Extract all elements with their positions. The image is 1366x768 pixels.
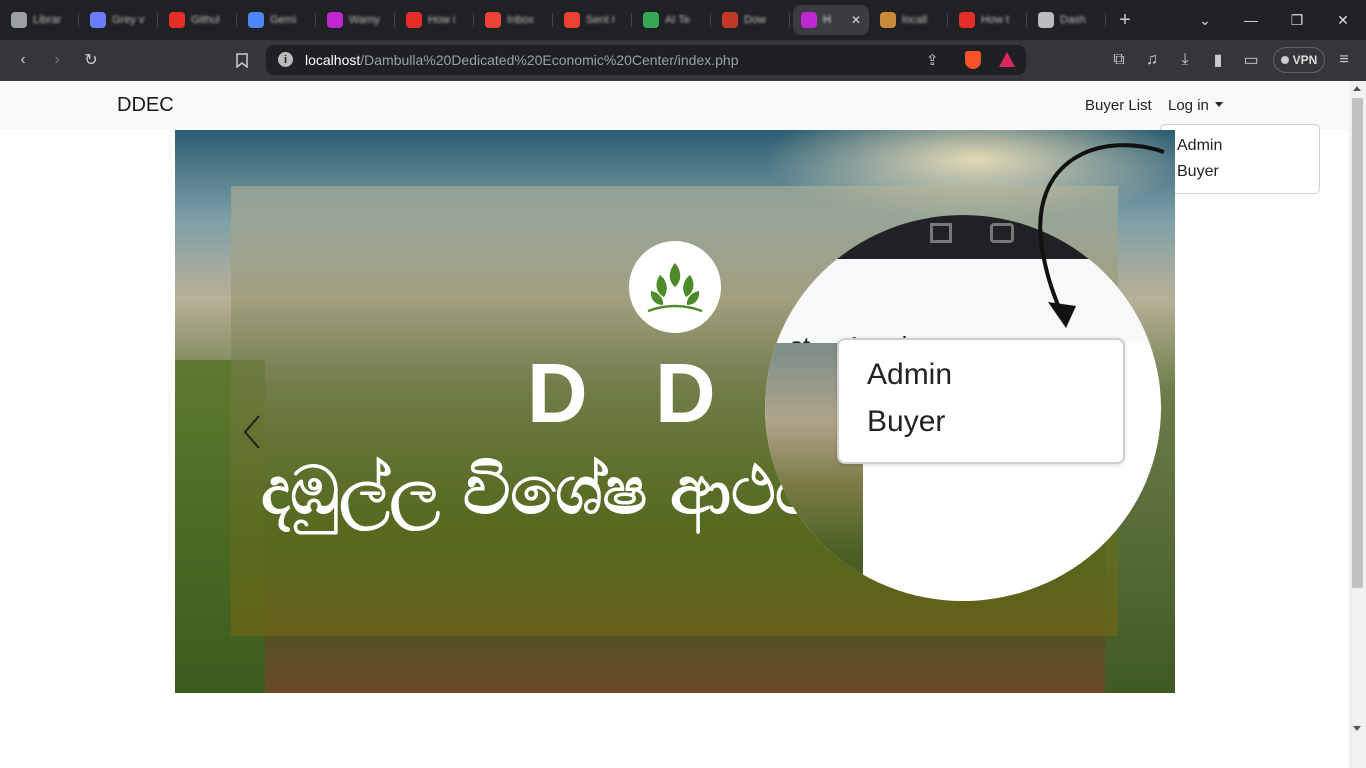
tab-favicon-icon [11,12,27,28]
annotation-arrow [1038,143,1165,328]
dropdown-item-buyer[interactable]: Buyer [1177,163,1219,181]
wallet-icon[interactable]: ▭ [1238,47,1264,73]
browser-tab[interactable]: Dow [714,5,790,35]
dropdown-item-admin[interactable]: Admin [1177,137,1222,155]
tab-title: Wamy [349,14,380,26]
tab-favicon-icon [1038,12,1054,28]
sidebar-icon[interactable]: ▮ [1205,47,1231,73]
tab-strip: Librar Grey v Githul Gemi Wamy How i Inbox Sent… [0,0,1366,40]
url-text: localhost/Dambulla%20Dedicated%20Economi… [305,52,739,68]
zoom-item-admin: Admin [867,358,953,391]
restore-button[interactable]: ❐ [1274,0,1320,40]
browser-tab[interactable]: H ✕ [793,5,869,35]
tab-favicon-icon [406,12,422,28]
browser-tab[interactable]: Gemi [240,5,316,35]
hero-carousel: D D E දඹුල්ල විශේෂ ආර්ථික st Log in Admi… [175,130,1175,693]
site-info-icon[interactable]: i [278,52,293,67]
tab-title: Sent I [586,14,615,26]
menu-icon[interactable]: ≡ [1331,47,1357,73]
tab-favicon-icon [959,12,975,28]
address-bar[interactable]: i localhost/Dambulla%20Dedicated%20Econo… [266,45,1026,75]
site-navbar: DDEC Buyer List Log in [0,81,1349,130]
nav-login-label: Log in [1168,97,1209,114]
vpn-status-icon [1280,56,1289,64]
vpn-button[interactable]: VPN [1273,47,1325,73]
forward-icon[interactable]: › [44,47,70,73]
tab-close-icon[interactable]: ✕ [851,13,861,27]
tab-title: H [823,14,831,26]
brave-shields-icon[interactable] [965,51,981,69]
download-icon[interactable]: ⤓ [1172,47,1198,73]
tab-title: Githul [191,14,220,26]
tab-title: How t [981,14,1010,26]
tab-title: Inbox [507,14,534,26]
close-window-button[interactable]: ✕ [1320,0,1366,40]
back-icon[interactable]: ‹ [10,47,36,73]
tab-search-button[interactable]: ⌄ [1182,0,1228,40]
bookmark-icon[interactable] [229,47,255,73]
tab-title: Grey v [112,14,145,26]
tab-favicon-icon [248,12,264,28]
minimize-button[interactable]: — [1228,0,1274,40]
tab-title: How i [428,14,456,26]
brave-rewards-icon[interactable] [999,52,1015,67]
leaf-icon [647,263,703,313]
scroll-up-icon[interactable] [1353,86,1361,91]
tab-title: Dow [744,14,767,26]
carousel-prev-icon[interactable] [237,412,267,452]
browser-tab[interactable]: AI Te [635,5,711,35]
browser-tab[interactable]: Grey v [82,5,158,35]
media-icon[interactable]: ♫ [1139,47,1165,73]
tab-favicon-icon [90,12,106,28]
tab-favicon-icon [564,12,580,28]
page-scrollbar[interactable] [1349,81,1366,768]
zoom-window-icon [990,223,1014,243]
tab-favicon-icon [485,12,501,28]
browser-tab[interactable]: locall [872,5,948,35]
browser-tab[interactable]: Inbox [477,5,553,35]
tab-favicon-icon [169,12,185,28]
site-brand[interactable]: DDEC [117,94,174,117]
tab-title: Dash [1060,14,1086,26]
zoom-restore-icon [930,223,952,243]
browser-tab[interactable]: Dash [1030,5,1106,35]
nav-buyer-list[interactable]: Buyer List [1085,97,1152,114]
tab-favicon-icon [327,12,343,28]
ddec-logo [629,241,721,333]
new-tab-icon[interactable]: + [1110,5,1140,35]
browser-tab[interactable]: Librar [3,5,79,35]
tab-favicon-icon [722,12,738,28]
browser-tab[interactable]: How t [951,5,1027,35]
scroll-down-icon[interactable] [1353,726,1361,731]
zoom-dropdown: Admin Buyer [837,338,1125,464]
tab-favicon-icon [880,12,896,28]
reload-icon[interactable]: ↻ [78,47,104,73]
browser-tab[interactable]: How i [398,5,474,35]
browser-tab[interactable]: Githul [161,5,237,35]
tab-title: AI Te [665,14,690,26]
tab-favicon-icon [801,12,817,28]
nav-login-dropdown[interactable]: Log in [1168,97,1223,114]
tab-title: Gemi [270,14,297,26]
browser-tab[interactable]: Wamy [319,5,395,35]
tab-favicon-icon [643,12,659,28]
login-dropdown-menu: Admin Buyer [1160,124,1320,194]
tab-title: Librar [33,14,62,26]
browser-tab[interactable]: Sent I [556,5,632,35]
zoom-item-buyer: Buyer [867,405,946,438]
caret-down-icon [1214,102,1223,107]
share-icon[interactable]: ⇪ [926,51,939,69]
tab-title: locall [902,14,928,26]
scrollbar-thumb[interactable] [1352,98,1363,588]
extensions-icon[interactable]: ⧉ [1106,47,1132,73]
